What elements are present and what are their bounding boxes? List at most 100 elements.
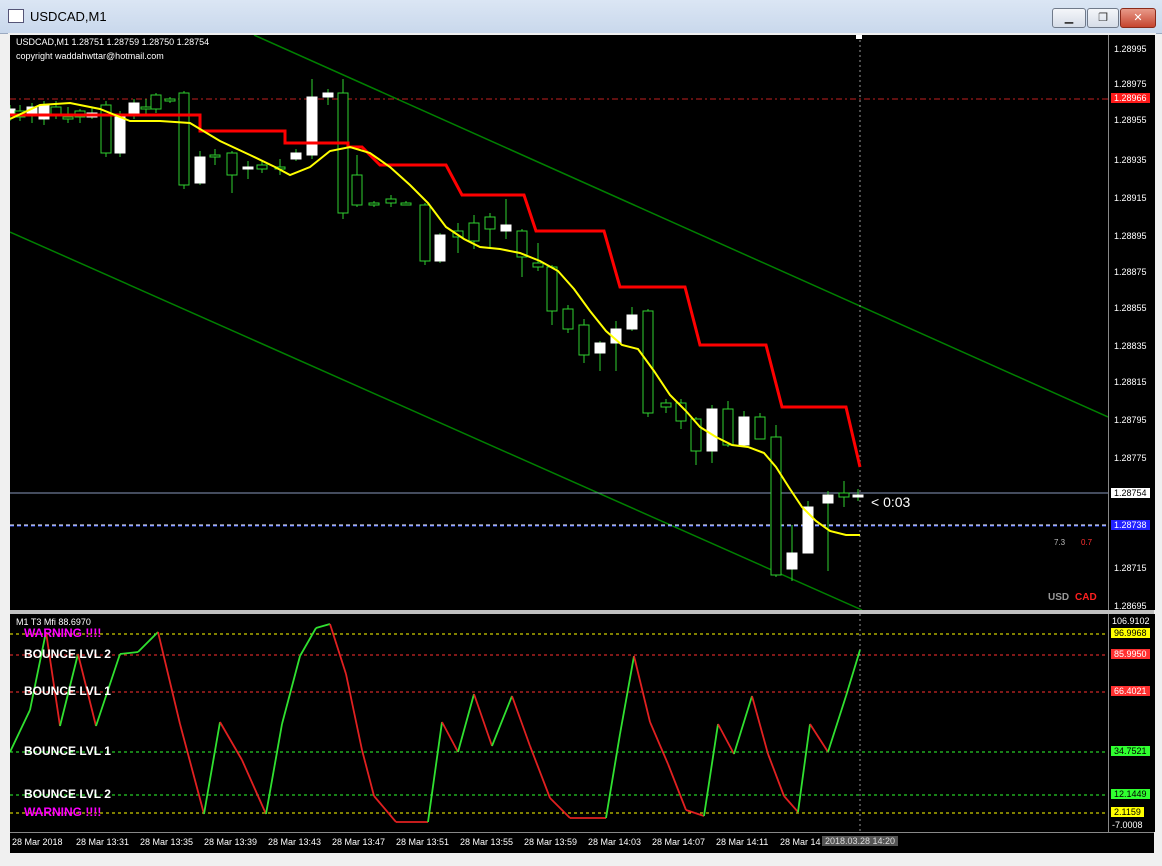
- t3-mfi-segment: [345, 673, 363, 751]
- time-axis[interactable]: 28 Mar 2018 28 Mar 13:31 28 Mar 13:35 28 Ma…: [10, 832, 1154, 853]
- price-tick: 1.28875: [1114, 267, 1147, 277]
- t3-mfi-segment: [717, 723, 735, 755]
- level-label: BOUNCE LVL 1: [24, 744, 111, 758]
- candle-body: [150, 94, 162, 110]
- time-tick: 28 Mar 14:11: [716, 837, 769, 847]
- t3-mfi-segment: [491, 695, 513, 747]
- indicator-scale[interactable]: 106.9102 -7.0008 96.9968 85.9950 66.4021 34…: [1108, 614, 1155, 832]
- t3-mfi-segment: [619, 655, 635, 735]
- time-tick: 28 Mar 13:55: [460, 837, 514, 847]
- t3-mfi-segment: [137, 631, 159, 653]
- candle-body: [578, 324, 590, 356]
- t3-mfi-segment: [241, 759, 267, 815]
- cursor-marker-top: [856, 35, 862, 39]
- candle-body: [226, 152, 238, 176]
- copyright-text: copyright waddahwttar@hotmail.com: [16, 51, 164, 61]
- t3-mfi-segment: [219, 721, 243, 761]
- level-value-tag: 34.7521: [1111, 746, 1150, 756]
- t3-mfi-segment: [203, 721, 221, 815]
- candle-body: [546, 266, 558, 312]
- price-tick: 1.28935: [1114, 155, 1147, 165]
- t3-mfi-segment: [441, 721, 459, 753]
- price-tick: 1.28775: [1114, 453, 1147, 463]
- t3-mfi-segment: [157, 631, 181, 725]
- candle-body: [209, 154, 221, 158]
- t3-mfi-segment: [473, 693, 493, 747]
- price-chart-pane[interactable]: USDCAD,M1 1.28751 1.28759 1.28750 1.2875…: [10, 35, 1108, 610]
- price-tick: 1.28895: [1114, 231, 1147, 241]
- candle-body: [468, 222, 480, 242]
- chart-header: USDCAD,M1 1.28751 1.28759 1.28750 1.2875…: [16, 37, 210, 47]
- time-tick: 28 Mar 13:43: [268, 837, 322, 847]
- level-value-tag: 2.1159: [1111, 807, 1144, 817]
- minimize-button[interactable]: ▁: [1052, 8, 1086, 28]
- candle-body: [351, 174, 363, 206]
- maximize-button[interactable]: ❐: [1087, 8, 1119, 28]
- candle-body: [400, 202, 412, 206]
- t3-mfi-segment: [529, 745, 551, 799]
- candle-body: [385, 198, 397, 204]
- candle-body: [822, 494, 834, 504]
- candle-body: [194, 156, 206, 184]
- time-tick: 28 Mar 2018: [12, 837, 63, 847]
- channel-upper-line: [253, 35, 1108, 418]
- support-price-tag: 1.28738: [1111, 520, 1150, 530]
- level-label: WARNING !!!!: [24, 805, 102, 819]
- t3-mfi-segment: [329, 623, 347, 675]
- level-value-tag: 96.9968: [1111, 628, 1150, 638]
- indicator-scale-top: 106.9102: [1112, 616, 1150, 626]
- candle-body: [164, 98, 176, 102]
- candle-body: [852, 494, 864, 498]
- candle-body: [722, 408, 734, 446]
- price-tick: 1.28975: [1114, 79, 1147, 89]
- level-label: BOUNCE LVL 1: [24, 684, 111, 698]
- price-scale[interactable]: 1.28995 1.28975 1.28955 1.28935 1.28915 1.288…: [1108, 35, 1155, 611]
- time-tick: 28 Mar 13:35: [140, 837, 194, 847]
- candle-body: [754, 416, 766, 440]
- t3-mfi-segment: [767, 753, 785, 797]
- candle-body: [738, 416, 750, 446]
- level-label: BOUNCE LVL 2: [24, 647, 111, 661]
- price-tick: 1.28715: [1114, 563, 1147, 573]
- candle-body: [242, 166, 254, 170]
- resistance-price-tag: 1.28966: [1111, 93, 1150, 103]
- candle-body: [706, 408, 718, 452]
- candle-body: [140, 106, 152, 110]
- time-tick: 28 Mar 13:31: [76, 837, 130, 847]
- price-tick: 1.28995: [1114, 44, 1147, 54]
- close-button[interactable]: ✕: [1120, 8, 1156, 28]
- indicator-canvas: [10, 614, 1108, 832]
- price-tick: 1.28855: [1114, 303, 1147, 313]
- t3-mfi-segment: [649, 721, 669, 765]
- time-tick: 28 Mar 13:47: [332, 837, 386, 847]
- t3-mfi-segment: [119, 651, 139, 655]
- moving-average-line: [10, 101, 860, 536]
- level-value-tag: 66.4021: [1111, 686, 1150, 696]
- title-bar: USDCAD,M1 ▁ ❐ ✕: [0, 0, 1162, 34]
- symbol-quote: CAD: [1075, 592, 1097, 603]
- candle-body: [62, 116, 74, 120]
- candle-body: [306, 96, 318, 156]
- candle-body: [532, 262, 544, 268]
- t3-mfi-segment: [827, 695, 847, 753]
- t3-mfi-segment: [667, 763, 687, 811]
- t3-mfi-segment: [549, 797, 571, 819]
- candle-body: [770, 436, 782, 576]
- t3-mfi-segment: [783, 795, 799, 813]
- t3-mfi-segment: [751, 695, 769, 755]
- symbol-base: USD: [1048, 592, 1070, 603]
- spread-stat: 7.3: [1054, 538, 1066, 547]
- candle-body: [786, 552, 798, 570]
- price-tick: 1.28955: [1114, 115, 1147, 125]
- level-value-tag: 85.9950: [1111, 649, 1150, 659]
- candle-body: [484, 216, 496, 230]
- t3-mfi-segment: [605, 733, 621, 819]
- cursor-time-tag: 2018.03.28 14:20: [822, 836, 899, 846]
- t3-mfi-segment: [797, 723, 811, 813]
- indicator-pane[interactable]: M1 T3 Mfi 88.6970 WARNING !!!! BOUNCE LVL…: [10, 614, 1108, 832]
- price-tick: 1.28795: [1114, 415, 1147, 425]
- current-price-tag: 1.28754: [1111, 488, 1150, 498]
- level-label: BOUNCE LVL 2: [24, 787, 111, 801]
- candle-body: [419, 204, 431, 262]
- candle-body: [594, 342, 606, 354]
